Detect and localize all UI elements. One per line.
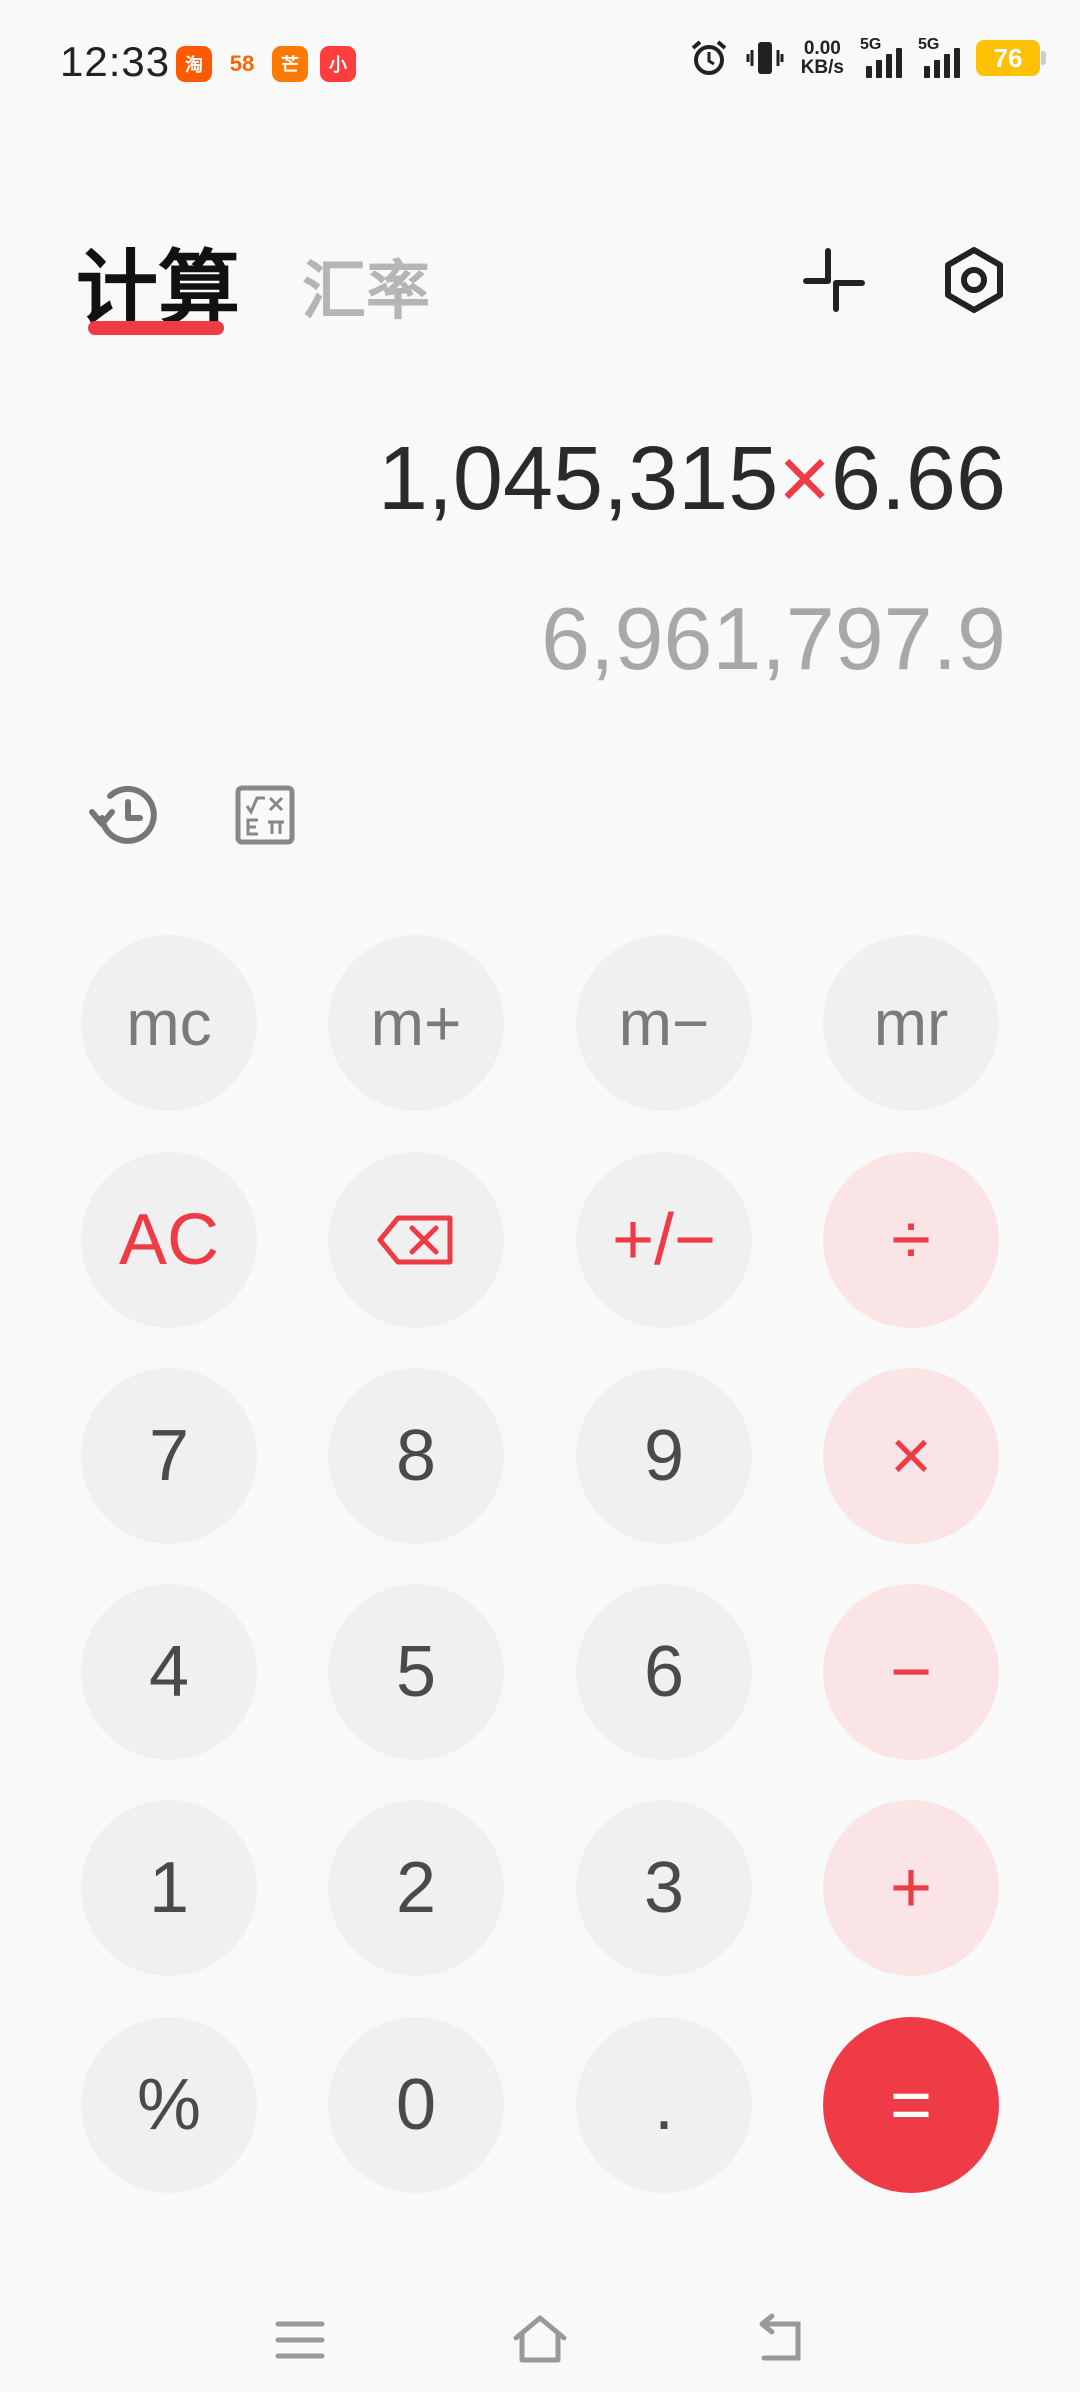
sim1-network-type: 5G	[860, 36, 882, 53]
mascot-app-icon: 小	[320, 46, 356, 82]
expression-operand-left: 1,045,315	[377, 429, 779, 529]
tab-exchange-rate[interactable]: 汇率	[302, 240, 430, 332]
vibrate-icon	[745, 38, 785, 78]
minus-button[interactable]: −	[823, 1584, 999, 1760]
memory-clear-button[interactable]: mc	[81, 935, 257, 1111]
all-clear-button[interactable]: AC	[81, 1152, 257, 1328]
mango-tv-app-icon: 芒	[272, 46, 308, 82]
equals-button[interactable]: =	[823, 2017, 999, 2193]
digit-0-button[interactable]: 0	[328, 2017, 504, 2193]
sim2-network-type: 5G	[918, 36, 940, 53]
status-time: 12:33	[60, 38, 171, 85]
digit-6-button[interactable]: 6	[576, 1584, 752, 1760]
history-icon	[89, 785, 157, 844]
digit-1-button[interactable]: 1	[81, 1800, 257, 1976]
net-speed-unit: KB/s	[800, 57, 844, 78]
digit-4-button[interactable]: 4	[81, 1584, 257, 1760]
status-bar: 12:33 淘 58 芒 小 0.00 KB/s 5G 5G 76	[0, 0, 1080, 130]
home-icon	[513, 2315, 567, 2363]
memory-subtract-button[interactable]: m−	[576, 935, 752, 1111]
signal-sim1-icon: 5G	[860, 36, 902, 78]
gear-icon	[945, 247, 1003, 313]
digit-5-button[interactable]: 5	[328, 1584, 504, 1760]
percent-button[interactable]: %	[81, 2017, 257, 2193]
recent-apps-button[interactable]	[270, 2310, 330, 2370]
result-preview: 6,961,797.9	[541, 589, 1006, 688]
expression-operand-right: 6.66	[830, 429, 1006, 529]
menu-icon	[275, 2321, 325, 2359]
expression-display: 1,045,315×6.66	[378, 428, 1006, 531]
58-app-icon: 58	[229, 51, 255, 76]
home-button[interactable]	[510, 2310, 570, 2370]
status-right: 0.00 KB/s 5G 5G 76	[689, 36, 1046, 78]
plus-button[interactable]: +	[823, 1800, 999, 1976]
backspace-button[interactable]	[328, 1152, 504, 1328]
settings-button[interactable]	[938, 244, 1010, 316]
scientific-mode-button[interactable]	[234, 784, 296, 846]
notification-icons: 淘 58 芒 小	[176, 46, 356, 82]
expression-operator: ×	[778, 429, 831, 529]
decimal-point-button[interactable]: .	[576, 2017, 752, 2193]
back-icon	[759, 2313, 801, 2361]
sign-toggle-button[interactable]: +/−	[576, 1152, 752, 1328]
digit-2-button[interactable]: 2	[328, 1800, 504, 1976]
taobao-app-icon: 淘	[176, 46, 212, 82]
digit-8-button[interactable]: 8	[328, 1368, 504, 1544]
multiply-button[interactable]: ×	[823, 1368, 999, 1544]
digit-7-button[interactable]: 7	[81, 1368, 257, 1544]
battery-icon: 76	[976, 40, 1046, 76]
system-navigation-bar	[0, 2270, 1080, 2390]
backspace-icon	[377, 1215, 453, 1265]
back-button[interactable]	[750, 2310, 810, 2370]
digit-9-button[interactable]: 9	[576, 1368, 752, 1544]
formula-icon	[235, 785, 295, 845]
history-button[interactable]	[88, 778, 164, 854]
memory-add-button[interactable]: m+	[328, 935, 504, 1111]
active-tab-indicator	[88, 321, 224, 335]
floating-window-button[interactable]	[800, 245, 870, 315]
network-speed: 0.00 KB/s	[801, 39, 844, 77]
net-speed-value: 0.00	[803, 38, 841, 59]
signal-sim2-icon: 5G	[918, 36, 960, 78]
shrink-icon	[803, 248, 865, 312]
memory-recall-button[interactable]: mr	[823, 935, 999, 1111]
divide-button[interactable]: ÷	[823, 1152, 999, 1328]
alarm-icon	[689, 38, 729, 78]
digit-3-button[interactable]: 3	[576, 1800, 752, 1976]
